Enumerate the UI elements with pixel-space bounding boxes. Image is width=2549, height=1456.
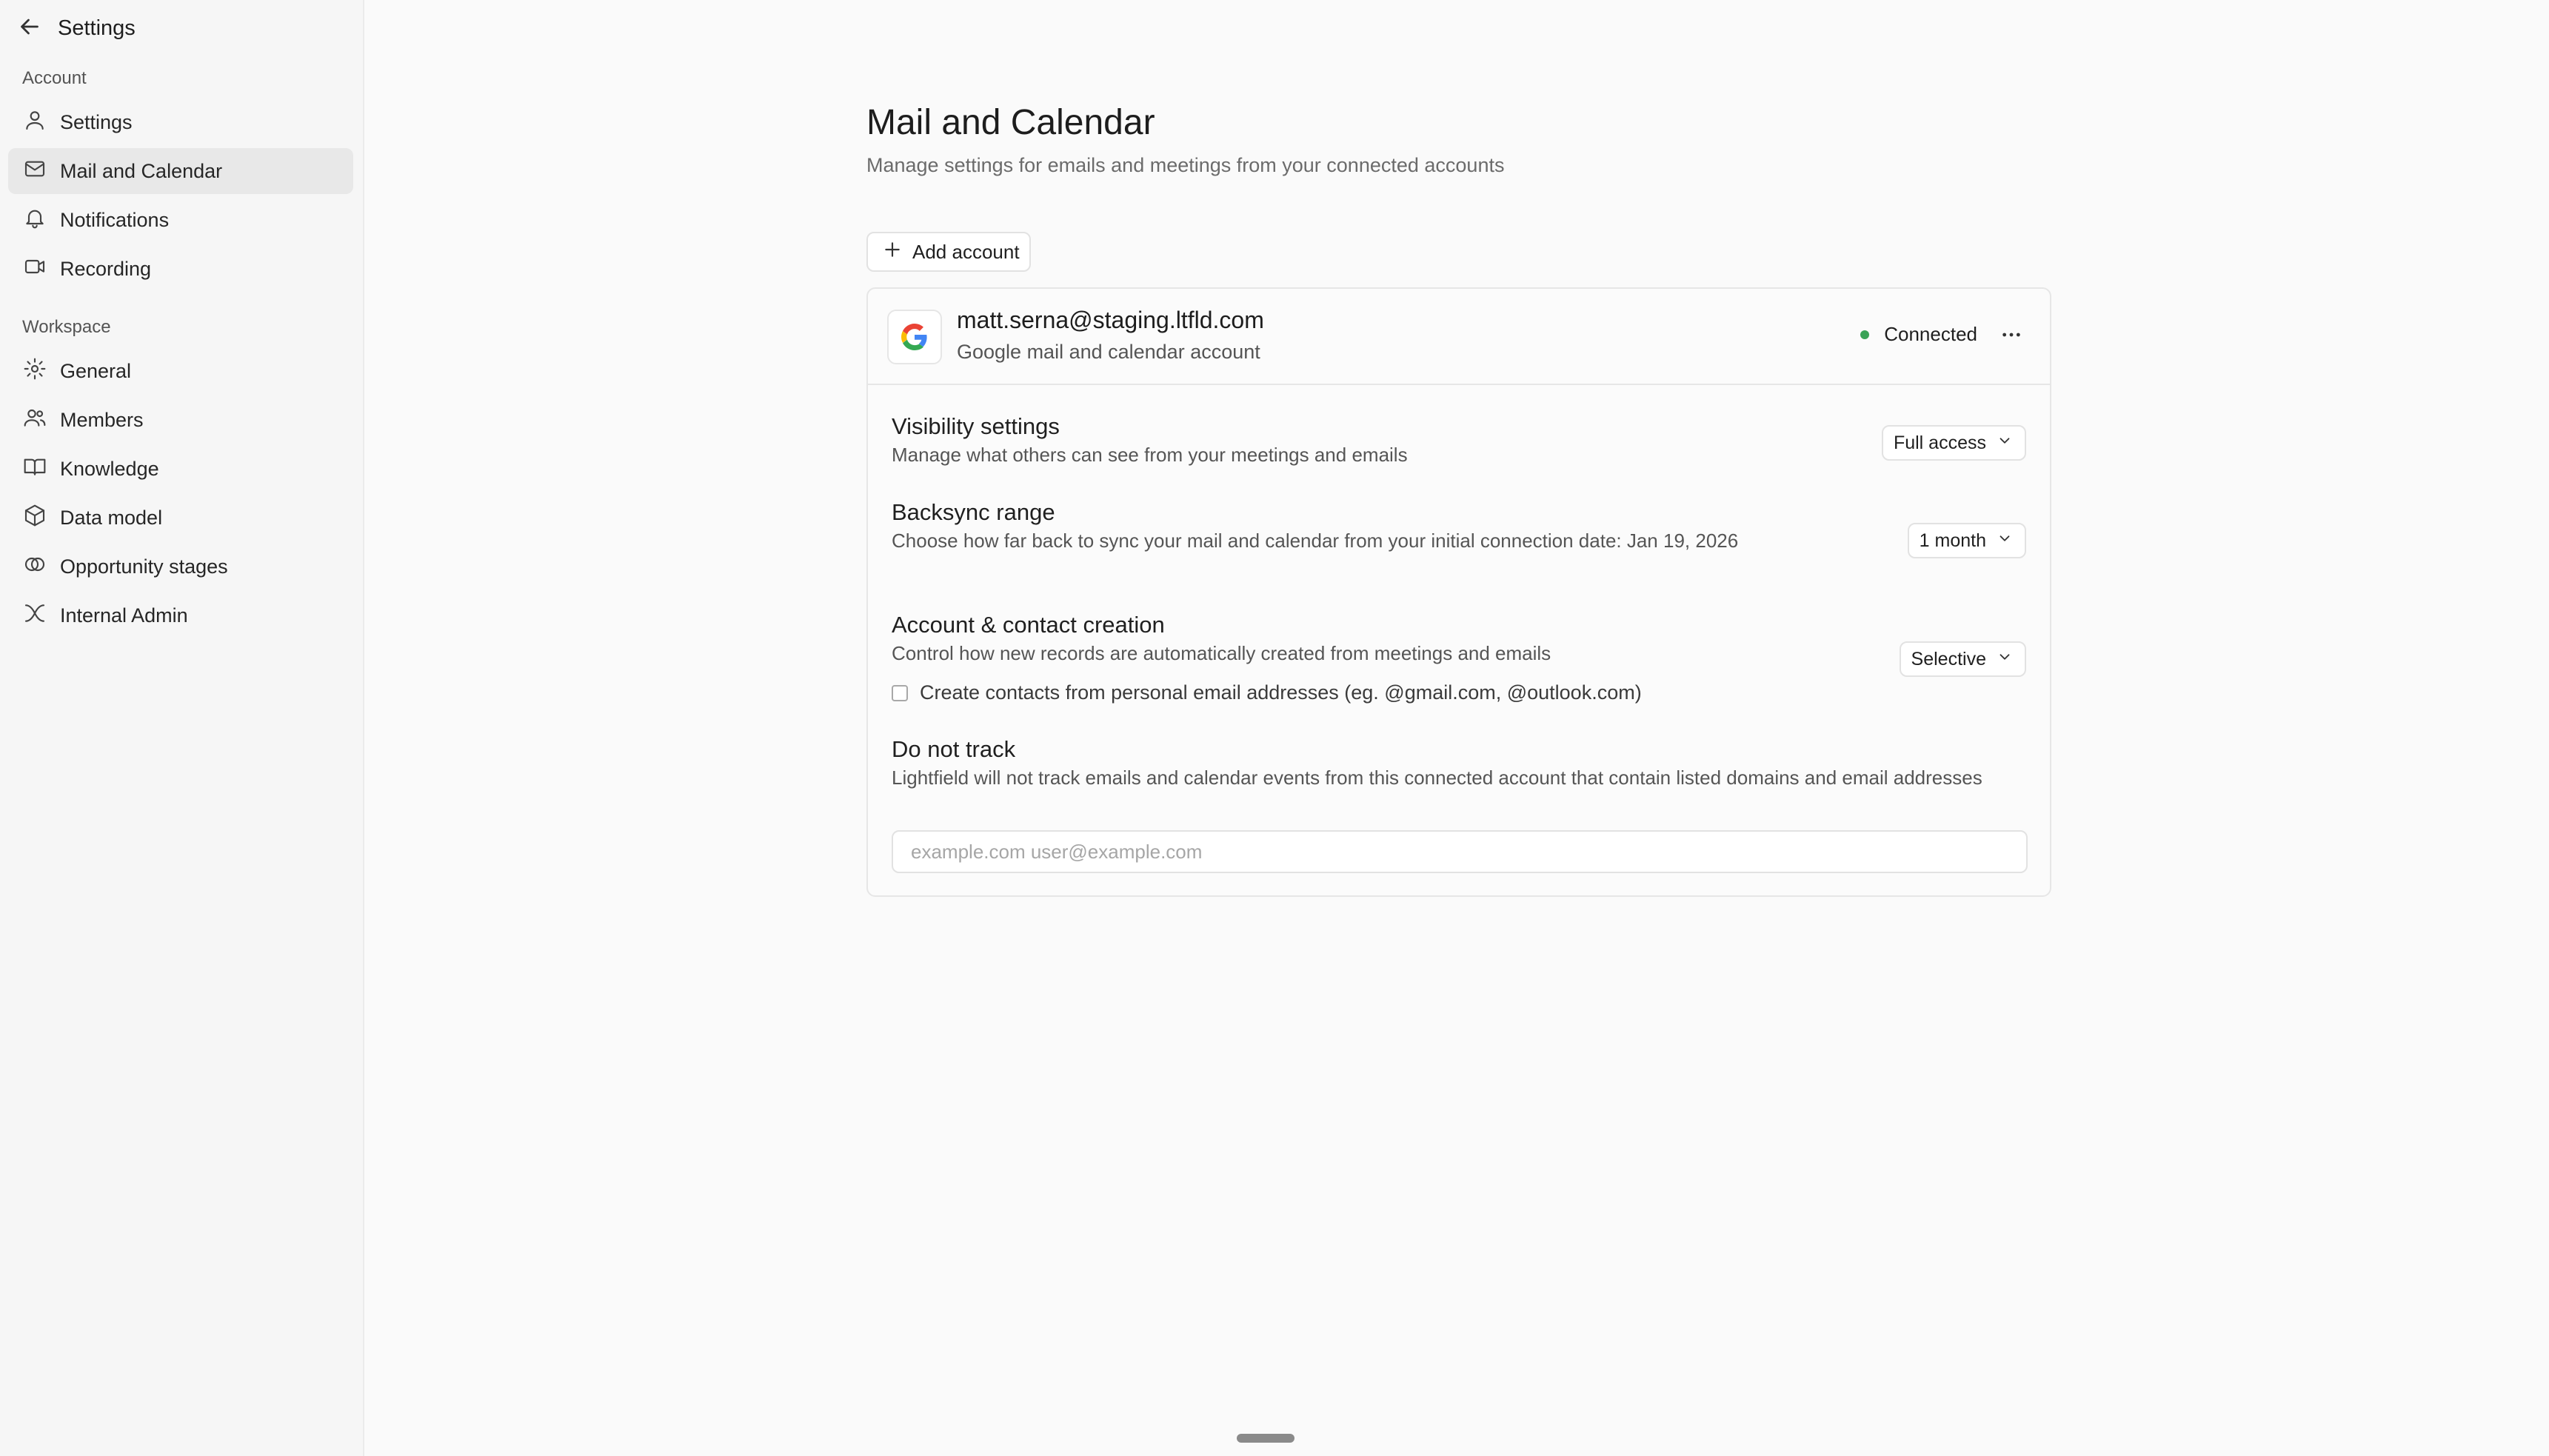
sidebar-header[interactable]: Settings	[16, 12, 136, 44]
sidebar-item-label: Settings	[60, 110, 133, 133]
sidebar-item-label: General	[60, 359, 132, 382]
account-card: matt.serna@staging.ltfld.com Google mail…	[866, 287, 2051, 897]
personal-email-checkbox-row[interactable]: Create contacts from personal email addr…	[892, 681, 1642, 704]
user-icon	[23, 108, 47, 137]
sidebar-item-label: Opportunity stages	[60, 555, 228, 578]
sidebar-item-label: Data model	[60, 506, 163, 529]
sidebar-item-notifications[interactable]: Notifications	[8, 197, 353, 243]
sidebar-item-label: Members	[60, 408, 144, 431]
sidebar-item-label: Mail and Calendar	[60, 159, 223, 182]
page-title: Mail and Calendar	[866, 103, 1155, 142]
sidebar-item-settings[interactable]: Settings	[8, 99, 353, 145]
sidebar-title: Settings	[58, 16, 136, 40]
backsync-dropdown[interactable]: 1 month	[1907, 523, 2026, 558]
status-dot-icon	[1860, 330, 1870, 339]
scroll-handle[interactable]	[1237, 1434, 1294, 1443]
chevron-down-icon	[1997, 530, 2013, 552]
sidebar-item-opportunity-stages[interactable]: Opportunity stages	[8, 544, 353, 590]
backsync-range-title: Backsync range	[892, 499, 1055, 525]
video-icon	[23, 255, 47, 284]
bell-icon	[23, 206, 47, 235]
backsync-range-description: Choose how far back to sync your mail an…	[892, 530, 1739, 552]
creation-dropdown-value: Selective	[1911, 648, 1986, 669]
chevron-down-icon	[1997, 433, 2013, 454]
account-email: matt.serna@staging.ltfld.com	[957, 307, 1264, 333]
do-not-track-input[interactable]	[892, 830, 2028, 873]
sidebar: Settings Account Settings Mail and Calen…	[0, 0, 364, 1456]
sidebar-item-knowledge[interactable]: Knowledge	[8, 446, 353, 492]
visibility-dropdown[interactable]: Full access	[1881, 425, 2026, 461]
section-label-account: Account	[22, 68, 87, 88]
personal-email-checkbox-label: Create contacts from personal email addr…	[920, 681, 1642, 704]
account-type: Google mail and calendar account	[957, 341, 1260, 363]
sidebar-item-data-model[interactable]: Data model	[8, 495, 353, 541]
admin-icon	[23, 601, 47, 630]
cube-icon	[23, 504, 47, 532]
sidebar-item-mail-and-calendar[interactable]: Mail and Calendar	[8, 148, 353, 194]
mail-icon	[23, 157, 47, 186]
backsync-dropdown-value: 1 month	[1919, 530, 1986, 551]
sidebar-item-general[interactable]: General	[8, 348, 353, 394]
status-label: Connected	[1884, 323, 1977, 345]
personal-email-checkbox[interactable]	[892, 684, 908, 701]
visibility-settings-title: Visibility settings	[892, 413, 1060, 439]
creation-dropdown[interactable]: Selective	[1899, 641, 2026, 677]
section-label-workspace: Workspace	[22, 317, 111, 337]
more-horizontal-icon	[2000, 323, 2023, 350]
do-not-track-description: Lightfield will not track emails and cal…	[892, 767, 1982, 789]
page-subtitle: Manage settings for emails and meetings …	[866, 154, 1505, 176]
plus-icon	[883, 240, 902, 264]
account-header: matt.serna@staging.ltfld.com Google mail…	[868, 289, 2050, 385]
sidebar-item-label: Notifications	[60, 208, 170, 231]
sidebar-item-label: Internal Admin	[60, 604, 188, 627]
visibility-settings-description: Manage what others can see from your mee…	[892, 444, 1408, 466]
do-not-track-title: Do not track	[892, 736, 1016, 762]
users-icon	[23, 406, 47, 435]
google-icon	[887, 310, 942, 364]
sidebar-item-members[interactable]: Members	[8, 397, 353, 443]
chevron-down-icon	[1997, 649, 2013, 670]
visibility-dropdown-value: Full access	[1893, 432, 1986, 453]
status-badge: Connected	[1860, 323, 1977, 346]
contact-creation-title: Account & contact creation	[892, 612, 1165, 638]
book-icon	[23, 455, 47, 484]
gear-icon	[23, 357, 47, 386]
circles-icon	[23, 552, 47, 581]
add-account-label: Add account	[912, 240, 1020, 263]
sidebar-item-recording[interactable]: Recording	[8, 246, 353, 292]
arrow-left-icon[interactable]	[16, 13, 43, 44]
sidebar-item-internal-admin[interactable]: Internal Admin	[8, 592, 353, 638]
sidebar-item-label: Knowledge	[60, 457, 159, 480]
add-account-button[interactable]: Add account	[866, 232, 1031, 272]
contact-creation-description: Control how new records are automaticall…	[892, 642, 1551, 664]
more-options-button[interactable]	[1997, 321, 2026, 351]
sidebar-item-label: Recording	[60, 257, 152, 280]
